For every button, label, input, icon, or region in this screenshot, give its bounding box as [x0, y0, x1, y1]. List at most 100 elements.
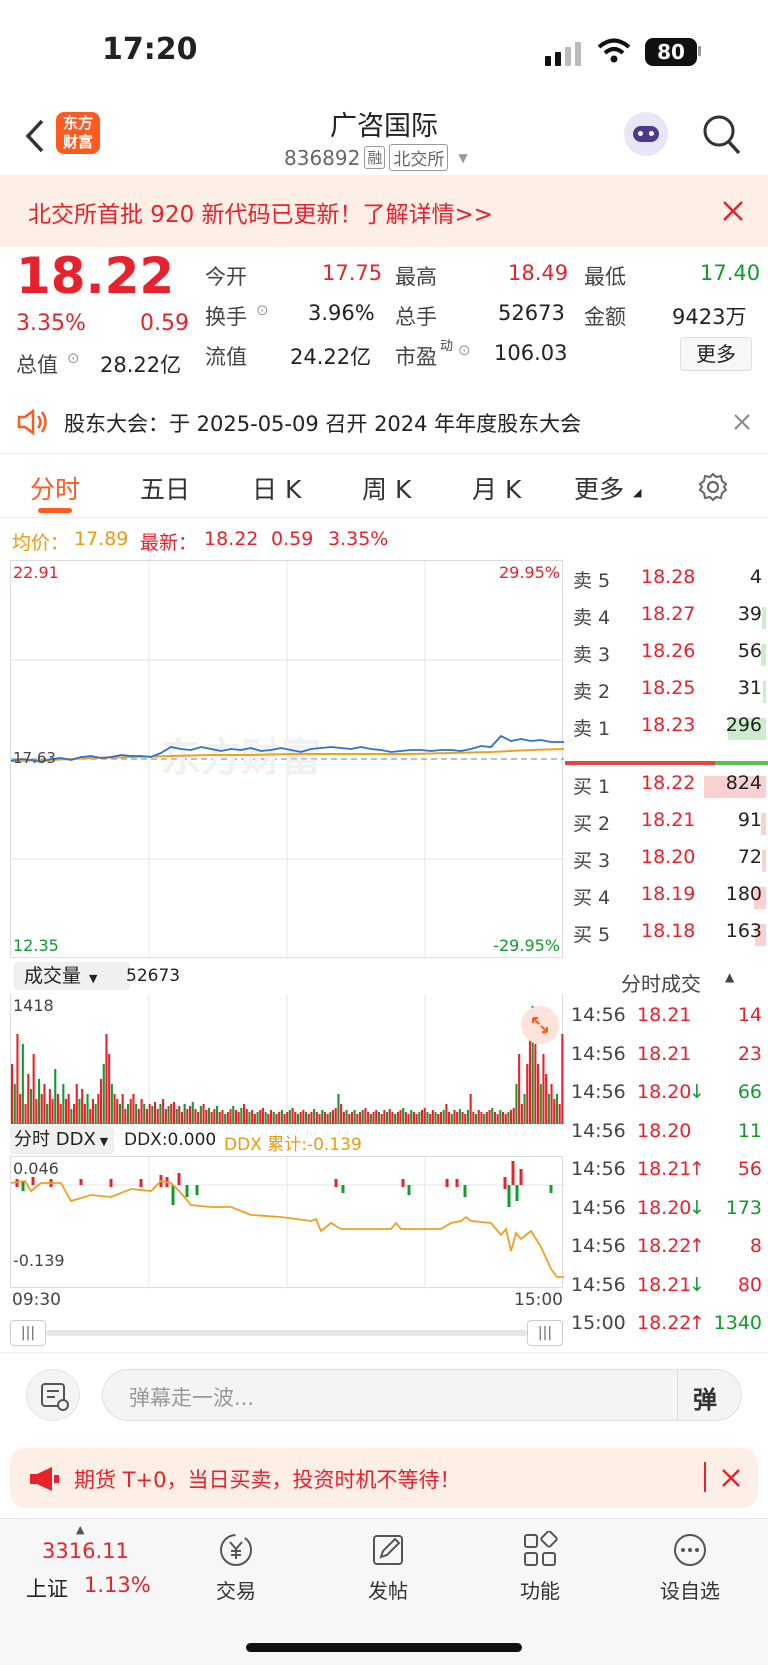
tab-week-k[interactable]: 周 K [362, 470, 411, 506]
trades-title: 分时成交 [621, 972, 701, 996]
volume-bar [359, 1112, 362, 1124]
intraday-price-chart[interactable]: 东方财富 22.91 29.95% 12.35 -29.95% 17.63 [10, 560, 564, 959]
volume-bar [466, 1110, 469, 1124]
stock-code-row[interactable]: 836892 融 北交所 ▼ [284, 144, 468, 171]
index-pct: 1.13% [84, 1573, 151, 1597]
nav-post[interactable]: 发帖 [328, 1531, 448, 1604]
volume-value: 52673 [498, 301, 565, 325]
status-time: 17:20 [102, 32, 198, 67]
volume-bar [164, 1109, 167, 1124]
status-bar: 17:20 80 [0, 0, 768, 100]
volume-bar [472, 1112, 475, 1124]
nav-functions[interactable]: 功能 [480, 1531, 600, 1604]
volume-bar [108, 1054, 111, 1124]
ddx-chart[interactable]: 0.046 -0.139 [10, 1156, 564, 1289]
chart-scrollbar[interactable]: ||| ||| [10, 1318, 563, 1348]
danmu-toggle-button[interactable]: 弹 [693, 1380, 717, 1415]
info-icon[interactable]: ⊙ [67, 349, 80, 367]
info-icon[interactable]: ⊙ [458, 341, 471, 359]
volume-bar [504, 1114, 507, 1124]
tab-more[interactable]: 更多 [574, 470, 624, 506]
volume-bar [256, 1112, 259, 1124]
promo-text: 期货 T+0，当日买卖，投资时机不等待！ [74, 1468, 461, 1492]
scroll-handle-left[interactable]: ||| [10, 1320, 46, 1346]
nav-add-watchlist[interactable]: 设自选 [630, 1531, 750, 1604]
promo-banner[interactable]: 期货 T+0，当日买卖，投资时机不等待！ [10, 1448, 758, 1508]
volume-bar [496, 1114, 499, 1124]
axis-mid-left: 17.63 [13, 749, 56, 767]
close-icon[interactable] [722, 1469, 740, 1487]
nav-trade[interactable]: 交易 [176, 1531, 296, 1604]
danmu-input[interactable]: 弹幕走一波... 弹 [102, 1369, 742, 1421]
volume-bar [272, 1112, 275, 1124]
trade-row: 14:56 18.21 ↓ 80 [565, 1274, 768, 1312]
volume-bar [307, 1114, 310, 1124]
axis-bottom-right: -29.95% [493, 936, 560, 955]
order-book[interactable]: 卖 5 18.28 4 卖 4 18.27 39 卖 3 18.26 56 卖 … [565, 560, 768, 958]
volume-bar [100, 1079, 103, 1124]
gear-icon[interactable] [698, 472, 728, 502]
bid-row-5: 买 5 18.18 163 [565, 920, 768, 957]
volume-bar [159, 1104, 162, 1124]
volume-bar [251, 1110, 254, 1124]
ddx-header: 分时 DDX ▼ DDX:0.000 DDX 累计:-0.139 [10, 1126, 563, 1156]
tab-month-k[interactable]: 月 K [472, 470, 521, 506]
volume-bars [11, 994, 564, 1124]
volume-bar [245, 1109, 248, 1124]
robot-avatar-icon[interactable] [624, 112, 668, 156]
trade-row: 15:00 18.22 ↑ 1340 [565, 1312, 768, 1350]
scroll-handle-right[interactable]: ||| [527, 1320, 563, 1346]
volume-bar [305, 1112, 308, 1124]
volume-chart[interactable]: 1418 [10, 994, 564, 1124]
volume-bar [542, 1054, 545, 1124]
tick-trades[interactable]: 分时成交 ▲ 14:56 18.21 14 14:56 18.21 23 14:56 18.2… [565, 960, 768, 1350]
close-icon[interactable] [722, 200, 744, 222]
volume-bar [137, 1109, 140, 1124]
volume-bar [132, 1094, 135, 1124]
trade-price: 18.21 [637, 1004, 692, 1026]
volume-bar [332, 1110, 335, 1124]
volume-bar [515, 1084, 518, 1124]
trade-price: 18.22 [637, 1235, 692, 1257]
axis-top-left: 22.91 [13, 563, 59, 582]
watermark: 东方财富 [161, 735, 321, 781]
tab-five-day[interactable]: 五日 [140, 470, 190, 506]
close-icon[interactable] [734, 414, 750, 430]
notice-bar[interactable]: 股东大会：于 2025-05-09 召开 2024 年年度股东大会 [0, 390, 768, 454]
bottom-nav: ▲ 3316.11 上证 1.13% 交易 发帖 功能 设自选 [0, 1518, 768, 1665]
info-icon[interactable]: ⊙ [256, 301, 269, 319]
announcement-banner[interactable]: 北交所首批 920 新代码已更新！了解详情>> [0, 175, 768, 247]
trade-volume: 14 [737, 1004, 762, 1026]
index-name: 上证 [26, 1577, 68, 1601]
quote-panel: 18.22 3.35% 0.59 总值 ⊙ 28.22亿 今开 17.75 换手… [0, 247, 768, 387]
scroll-track[interactable] [46, 1330, 527, 1336]
expand-icon[interactable] [521, 1006, 559, 1044]
volume-bar [380, 1114, 383, 1124]
high-label: 最高 [395, 265, 437, 289]
volume-bar [469, 1094, 472, 1124]
mktcap-value: 28.22亿 [100, 353, 182, 377]
volume-bar [429, 1114, 432, 1124]
ddx-selector[interactable]: 分时 DDX ▼ [10, 1126, 114, 1154]
trade-row: 14:56 18.21 23 [565, 1043, 768, 1081]
volume-bar [345, 1110, 348, 1124]
tab-intraday[interactable]: 分时 [30, 470, 80, 506]
volume-bar [534, 1044, 537, 1124]
index-ticker[interactable]: ▲ 3316.11 上证 1.13% [20, 1523, 160, 1603]
index-value: 3316.11 [42, 1539, 129, 1563]
volume-bar [342, 1112, 345, 1124]
trade-row: 14:56 18.22 ↑ 8 [565, 1235, 768, 1273]
volume-bar [135, 1104, 138, 1124]
search-icon[interactable] [702, 114, 742, 156]
nav-bar: 东方财富 广咨国际 836892 融 北交所 ▼ [0, 100, 768, 175]
volume-bar [19, 1094, 22, 1124]
more-button[interactable]: 更多 [680, 337, 752, 371]
tab-day-k[interactable]: 日 K [252, 470, 301, 506]
add-watchlist-icon [674, 1534, 706, 1566]
bid-ask-ratio-red [565, 761, 715, 765]
volume-bar [448, 1112, 451, 1124]
volume-selector[interactable]: 成交量 ▼ [14, 962, 130, 990]
comment-list-icon[interactable] [26, 1369, 80, 1421]
bid-row-3: 买 3 18.20 72 [565, 846, 768, 883]
bid-ask-ratio-green [715, 761, 768, 765]
